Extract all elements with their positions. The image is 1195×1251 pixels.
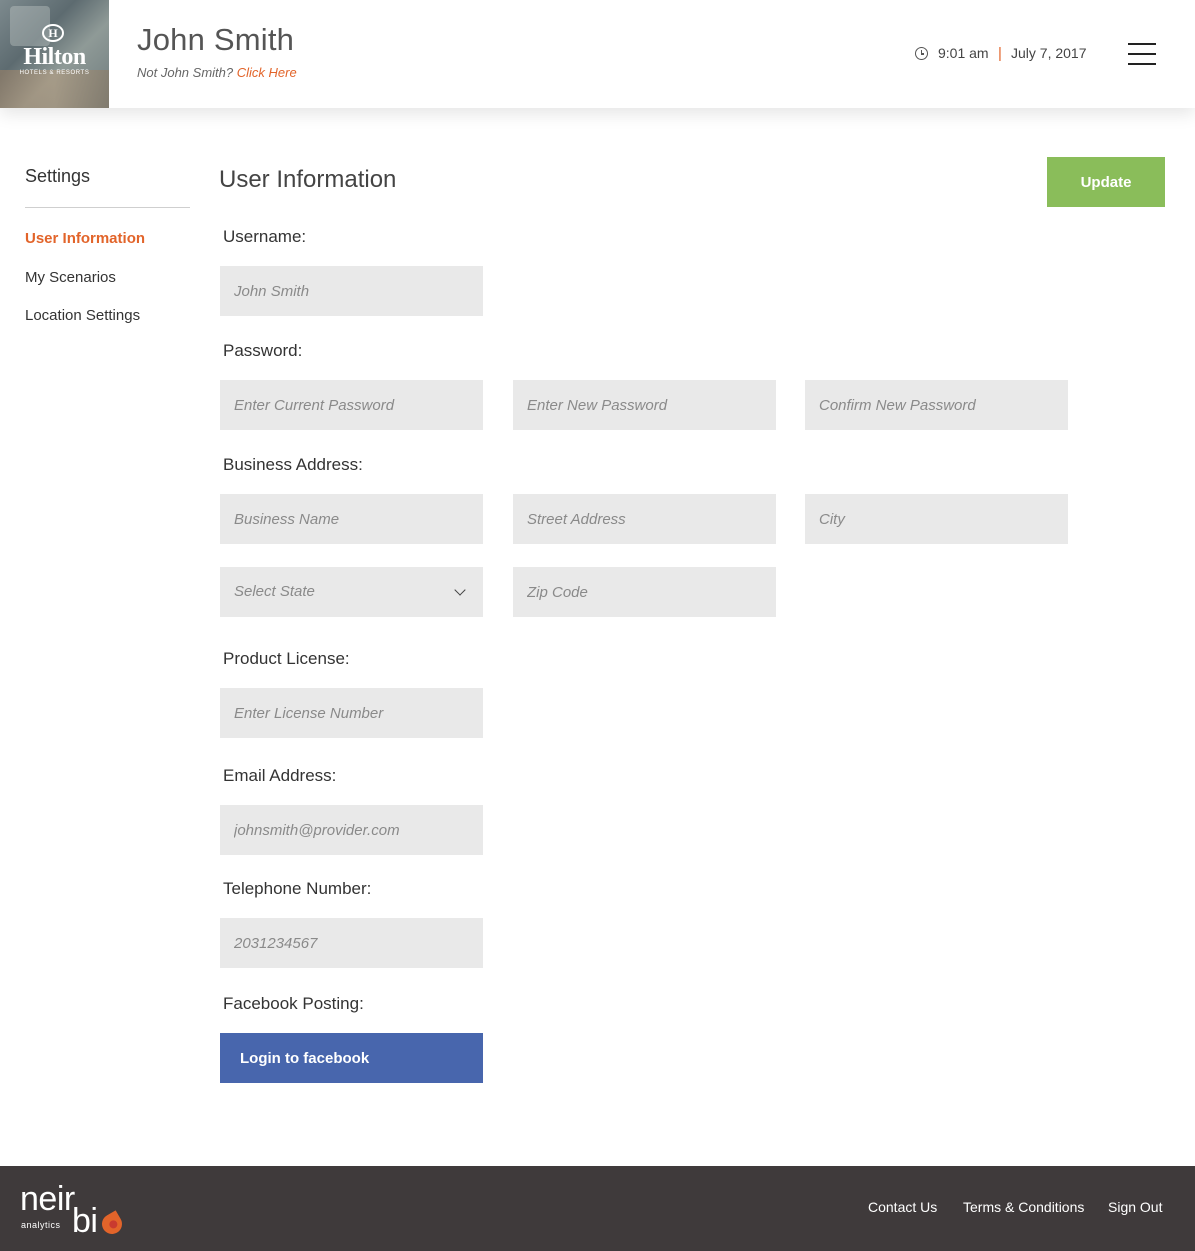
telephone-label: Telephone Number: [223,879,372,898]
sidebar-divider [25,207,190,208]
not-user-text: Not John Smith? [137,65,234,80]
username-field[interactable] [220,266,483,316]
brand-analytics-text: analytics [21,1220,61,1230]
current-password-field[interactable] [220,380,483,430]
facebook-posting-label: Facebook Posting: [223,994,364,1013]
clock-icon [915,47,928,60]
current-date: July 7, 2017 [1011,45,1087,61]
not-user-prompt: Not John Smith? Click Here [137,65,297,80]
sidebar-item-user-information[interactable]: User Information [25,230,145,247]
app-header: Hilton HOTELS & RESORTS John Smith Not J… [0,0,1195,108]
menu-line [1128,63,1156,65]
sign-out-link[interactable]: Sign Out [1108,1199,1162,1215]
state-select-value: Select State [234,583,315,600]
hilton-emblem-icon [42,24,64,42]
facebook-login-button[interactable]: Login to facebook [220,1033,483,1083]
current-time: 9:01 am [938,45,989,61]
menu-line [1128,53,1156,55]
chevron-down-icon [454,584,466,596]
street-address-field[interactable] [513,494,776,544]
sidebar-title: Settings [25,166,91,186]
terms-conditions-link[interactable]: Terms & Conditions [963,1199,1084,1215]
username-label: Username: [223,227,307,246]
business-address-label: Business Address: [223,455,363,474]
user-name: John Smith [137,22,295,57]
state-select[interactable]: Select State [220,567,483,617]
contact-us-link[interactable]: Contact Us [868,1199,937,1215]
telephone-field[interactable] [220,918,483,968]
page-title: User Information [219,166,397,193]
new-password-field[interactable] [513,380,776,430]
product-license-label: Product License: [223,649,350,668]
logo-text: Hilton [23,44,86,70]
brand-neir-text: neir [20,1180,75,1218]
app-footer: neir analytics bi Contact Us Terms & Con… [0,1166,1195,1251]
hilton-logo[interactable]: Hilton HOTELS & RESORTS [0,0,109,108]
city-field[interactable] [805,494,1068,544]
email-field[interactable] [220,805,483,855]
flame-icon [98,1210,126,1238]
update-button[interactable]: Update [1047,157,1165,207]
sidebar-item-location-settings[interactable]: Location Settings [25,307,140,324]
license-number-field[interactable] [220,688,483,738]
confirm-password-field[interactable] [805,380,1068,430]
hamburger-menu-icon[interactable] [1128,43,1156,65]
business-name-field[interactable] [220,494,483,544]
logo-subtext: HOTELS & RESORTS [19,70,90,76]
switch-user-link[interactable]: Click Here [237,65,297,80]
neirbi-logo[interactable]: neir analytics bi [20,1176,130,1246]
password-label: Password: [223,341,303,360]
time-date-separator: | [998,45,1002,62]
sidebar-item-my-scenarios[interactable]: My Scenarios [25,269,116,286]
zip-code-field[interactable] [513,567,776,617]
email-label: Email Address: [223,766,337,785]
menu-line [1128,43,1156,45]
brand-bi-text: bi [72,1202,98,1240]
